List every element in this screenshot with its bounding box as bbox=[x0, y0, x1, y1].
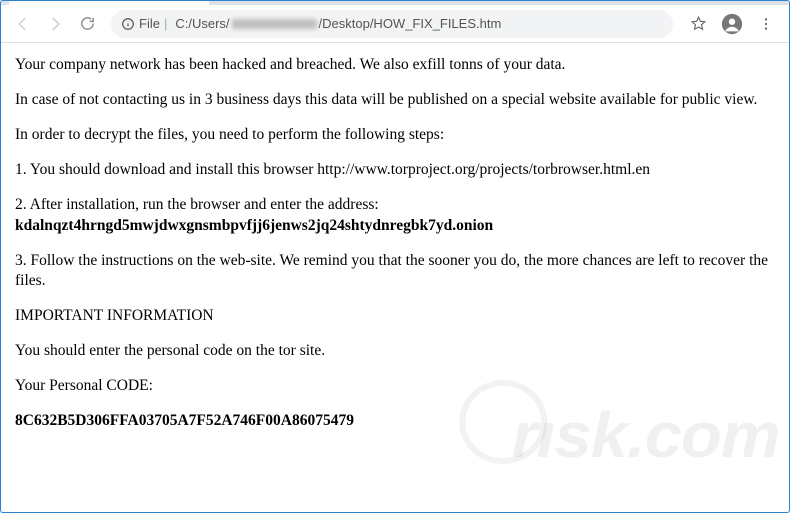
personal-code: 8C632B5D306FFA03705A7F52A746F00A86075479 bbox=[15, 411, 775, 432]
forward-button[interactable] bbox=[41, 10, 69, 38]
address-bar[interactable]: File | C:/Users/ /Desktop/HOW_FIX_FILES.… bbox=[111, 10, 673, 38]
url-redacted bbox=[232, 19, 317, 29]
onion-address: kdalnqzt4hrngd5mwjdwxgnsmbpvfjj6jenws2jq… bbox=[15, 217, 493, 234]
para-step2: 2. After installation, run the browser a… bbox=[15, 195, 775, 237]
window-controls bbox=[654, 0, 789, 1]
browser-toolbar: File | C:/Users/ /Desktop/HOW_FIX_FILES.… bbox=[1, 5, 789, 43]
browser-tab[interactable]: HOW_FIX_FILES.htm bbox=[9, 0, 209, 5]
url-info-icon[interactable]: File | bbox=[121, 16, 175, 31]
step2-text: 2. After installation, run the browser a… bbox=[15, 196, 379, 213]
reload-button[interactable] bbox=[73, 10, 101, 38]
kebab-menu-icon[interactable] bbox=[751, 9, 781, 39]
close-button[interactable] bbox=[744, 0, 789, 1]
maximize-button[interactable] bbox=[699, 0, 744, 1]
para-personal-code-instruction: You should enter the personal code on th… bbox=[15, 341, 775, 362]
para-steps-intro: In order to decrypt the files, you need … bbox=[15, 125, 775, 146]
url-scheme: File bbox=[139, 16, 160, 31]
back-button[interactable] bbox=[9, 10, 37, 38]
para-important-heading: IMPORTANT INFORMATION bbox=[15, 306, 775, 327]
para-step3: 3. Follow the instructions on the web-si… bbox=[15, 251, 775, 293]
new-tab-button[interactable] bbox=[215, 0, 243, 3]
bookmark-star-icon[interactable] bbox=[683, 9, 713, 39]
divider: | bbox=[164, 16, 167, 31]
profile-avatar-icon[interactable] bbox=[717, 9, 747, 39]
para-step1: 1. You should download and install this … bbox=[15, 160, 775, 181]
para-code-label: Your Personal CODE: bbox=[15, 376, 775, 397]
url-part1: C:/Users/ bbox=[175, 16, 229, 31]
minimize-button[interactable] bbox=[654, 0, 699, 1]
para-deadline: In case of not contacting us in 3 busine… bbox=[15, 90, 775, 111]
para-breach: Your company network has been hacked and… bbox=[15, 55, 775, 76]
tab-bar: HOW_FIX_FILES.htm bbox=[1, 0, 789, 5]
url-part2: /Desktop/HOW_FIX_FILES.htm bbox=[319, 16, 502, 31]
browser-window: HOW_FIX_FILES.htm bbox=[0, 0, 790, 513]
page-content: Your company network has been hacked and… bbox=[1, 43, 789, 482]
